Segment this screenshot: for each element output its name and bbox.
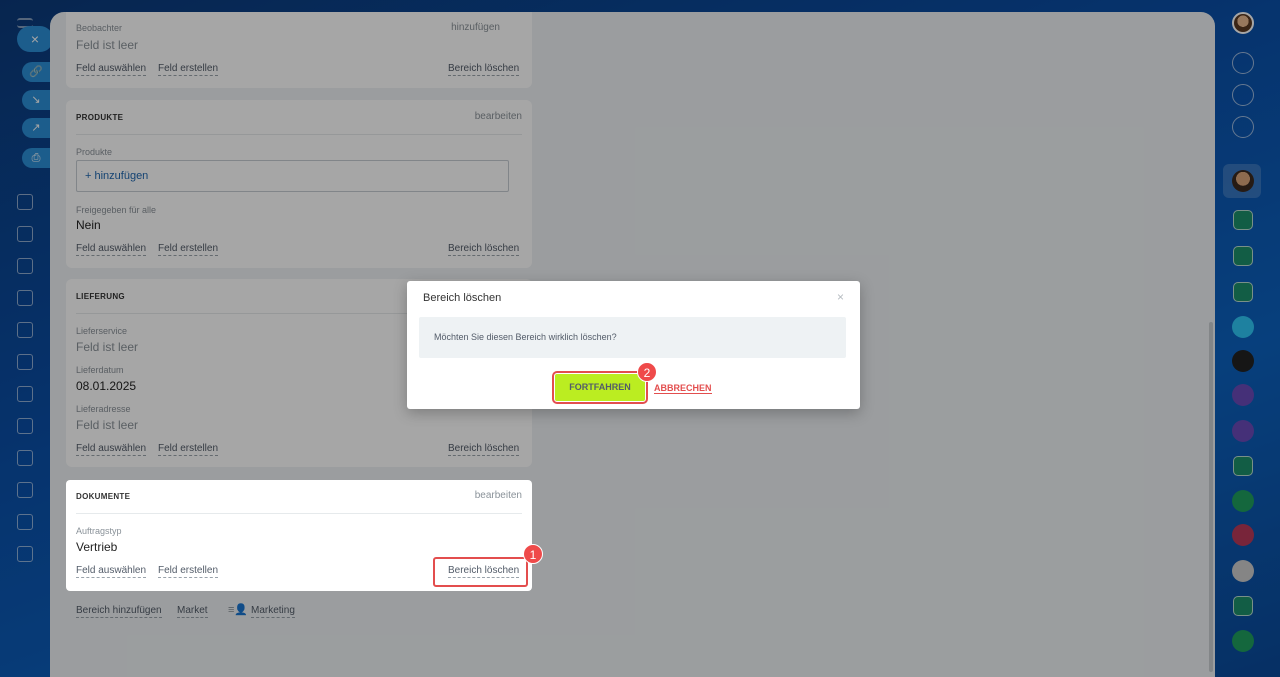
cancel-button[interactable]: ABBRECHEN: [654, 383, 712, 394]
step-marker-2: 2: [637, 362, 657, 382]
card-divider: [76, 513, 522, 514]
highlight-box-delete: [433, 557, 528, 587]
close-icon[interactable]: ×: [837, 290, 844, 304]
edit-section-link[interactable]: bearbeiten: [475, 490, 522, 501]
delete-section-dialog: Bereich löschen × Möchten Sie diesen Ber…: [407, 281, 860, 409]
field-value-type: Vertrieb: [76, 540, 118, 554]
field-label-type: Auftragstyp: [76, 526, 122, 536]
dialog-message: Möchten Sie diesen Bereich wirklich lösc…: [419, 317, 846, 358]
step-marker-1: 1: [523, 544, 543, 564]
card-title-dokumente: DOKUMENTE: [76, 492, 131, 501]
select-field-link[interactable]: Feld auswählen: [76, 565, 147, 578]
card-dokumente: DOKUMENTE bearbeiten Auftragstyp Vertrie…: [66, 480, 532, 591]
create-field-link[interactable]: Feld erstellen: [158, 565, 219, 578]
continue-button[interactable]: FORTFAHREN: [552, 371, 648, 404]
dialog-title: Bereich löschen: [423, 292, 502, 304]
